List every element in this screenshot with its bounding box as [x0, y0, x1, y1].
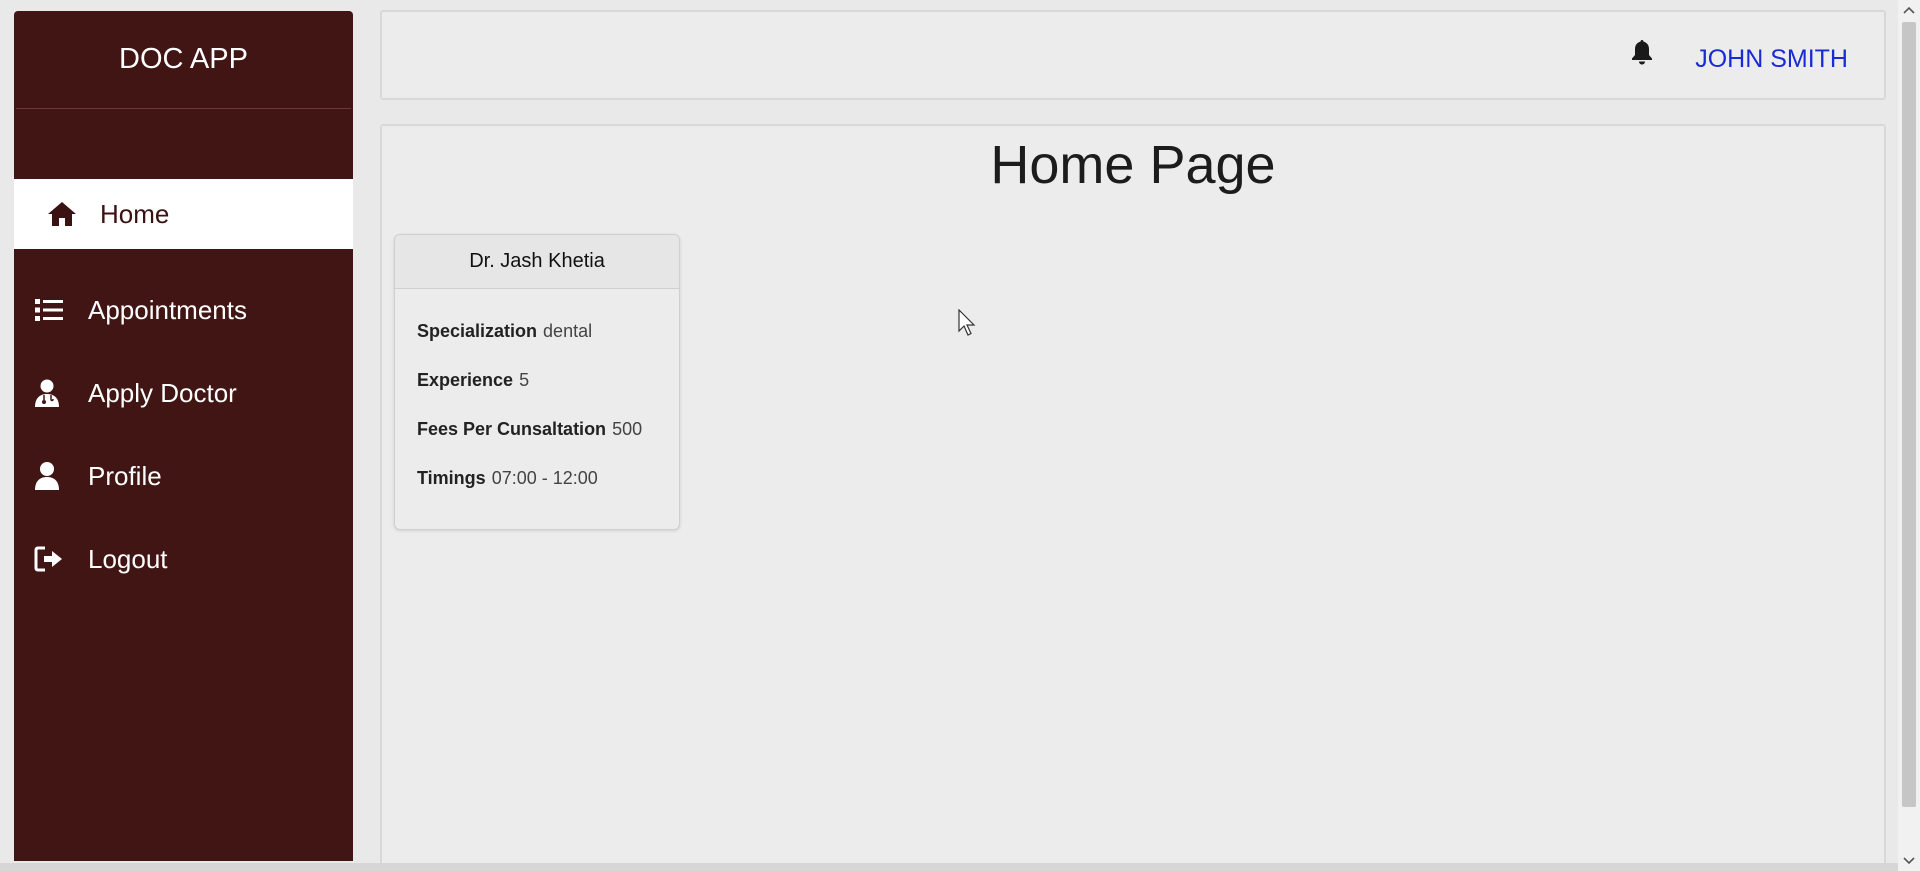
scrollbar-thumb[interactable]: [1902, 22, 1916, 807]
fees-label: Fees Per Cunsaltation: [417, 419, 607, 439]
doctor-specialization: Specialization dental: [417, 307, 679, 356]
timings-label: Timings: [417, 468, 486, 488]
doctor-fees: Fees Per Cunsaltation 500: [417, 405, 679, 454]
user-name-link[interactable]: JOHN SMITH: [1695, 45, 1848, 74]
doctor-card[interactable]: Dr. Jash Khetia Specialization dental Ex…: [394, 234, 680, 530]
list-icon: [34, 294, 74, 326]
user-icon: [34, 460, 74, 492]
specialization-label: Specialization: [417, 321, 538, 341]
bell-icon[interactable]: [1625, 35, 1659, 69]
doctor-timings: Timings 07:00 - 12:00: [417, 454, 679, 503]
sidebar-item-appointments[interactable]: Appointments: [14, 275, 353, 345]
sidebar-item-logout[interactable]: Logout: [14, 524, 353, 594]
doctor-experience: Experience 5: [417, 356, 679, 405]
sidebar-item-home[interactable]: Home: [14, 179, 353, 249]
page-title: Home Page: [990, 135, 1276, 195]
sidebar-item-label: Logout: [88, 543, 168, 574]
specialization-value: dental: [543, 321, 593, 341]
app-root: DOC APP Home Appointments Apply Doctor P…: [0, 0, 1920, 871]
sidebar-item-label: Appointments: [88, 294, 247, 325]
fees-value: 500: [612, 419, 643, 439]
app-logo: DOC APP: [16, 11, 351, 109]
sidebar-nav: Home Appointments Apply Doctor Profile L…: [14, 179, 353, 594]
horizontal-scrollbar: [0, 863, 1898, 871]
scroll-down-icon[interactable]: [1898, 851, 1920, 871]
doctor-name: Dr. Jash Khetia: [395, 235, 679, 289]
user-doctor-icon: [34, 377, 74, 409]
sidebar-item-label: Home: [100, 198, 170, 229]
sidebar: DOC APP Home Appointments Apply Doctor P…: [14, 11, 353, 861]
timings-value: 07:00 - 12:00: [491, 468, 598, 488]
logout-icon: [34, 543, 74, 575]
main-content: Home Page Dr. Jash Khetia Specialization…: [380, 124, 1886, 871]
top-header: JOHN SMITH: [380, 10, 1886, 100]
mouse-pointer-icon: [958, 308, 976, 342]
sidebar-item-profile[interactable]: Profile: [14, 441, 353, 511]
doctor-card-body: Specialization dental Experience 5 Fees …: [395, 289, 679, 503]
sidebar-item-label: Apply Doctor: [88, 377, 237, 408]
experience-label: Experience: [417, 370, 514, 390]
sidebar-item-apply-doctor[interactable]: Apply Doctor: [14, 358, 353, 428]
vertical-scrollbar[interactable]: [1898, 0, 1920, 871]
experience-value: 5: [519, 370, 530, 390]
home-icon: [46, 198, 86, 230]
sidebar-item-label: Profile: [88, 460, 162, 491]
scroll-up-icon[interactable]: [1898, 0, 1920, 20]
